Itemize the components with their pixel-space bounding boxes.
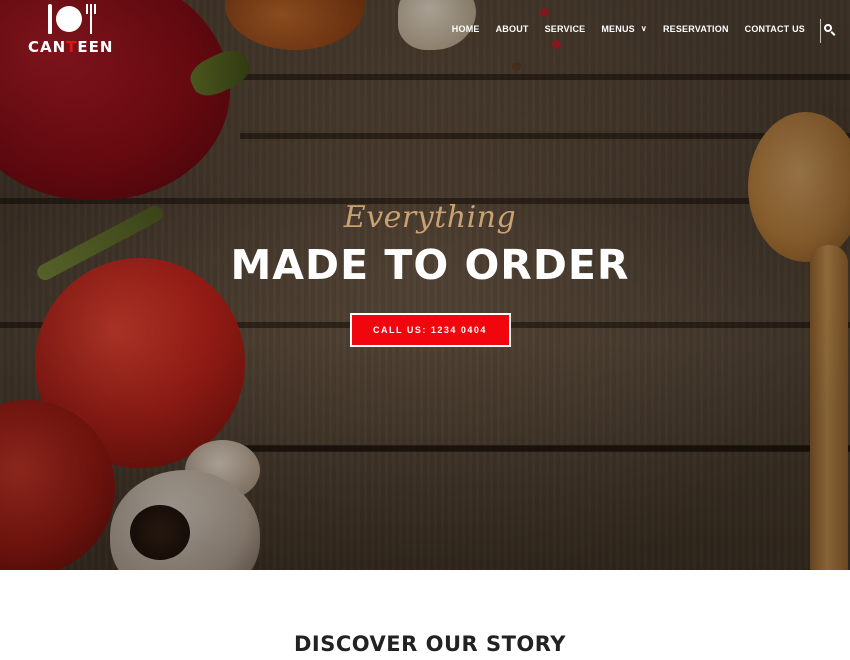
nav-item-about[interactable]: ABOUT [496, 24, 529, 34]
hero-headline: MADE TO ORDER [230, 241, 630, 289]
logo-text: CANTEEN [28, 38, 114, 56]
logo-accent-letter: T [66, 38, 78, 56]
nav-item-menus[interactable]: MENUS ∨ [601, 24, 647, 34]
peppercorn-image [552, 40, 561, 49]
search-icon[interactable] [824, 24, 836, 36]
nav-item-service[interactable]: SERVICE [545, 24, 586, 34]
main-nav: HOME ABOUT SERVICE MENUS ∨ RESERVATION CO… [436, 24, 805, 34]
wood-plank-seam [240, 133, 850, 139]
plate-cutlery-icon [28, 4, 112, 34]
hero-content: Everything MADE TO ORDER CALL US: 1234 0… [0, 200, 850, 347]
mushroom-gill-image [130, 505, 190, 560]
call-us-button[interactable]: CALL US: 1234 0404 [349, 313, 511, 347]
onion-image [225, 0, 365, 50]
hero-section: Everything MADE TO ORDER CALL US: 1234 0… [0, 0, 850, 570]
wood-plank-seam [240, 445, 850, 451]
nav-item-contact-us[interactable]: CONTACT US [745, 24, 805, 34]
nav-divider [820, 19, 821, 43]
peppercorn-image [540, 8, 549, 17]
chevron-down-icon: ∨ [640, 24, 647, 33]
story-section-title: DISCOVER OUR STORY [293, 632, 567, 656]
logo[interactable]: CANTEEN [28, 4, 112, 56]
peppercorn-image [512, 62, 521, 71]
hero-script-text: Everything [343, 200, 517, 235]
nav-item-home[interactable]: HOME [452, 24, 480, 34]
nav-item-reservation[interactable]: RESERVATION [663, 24, 729, 34]
nav-item-menus-label: MENUS [601, 24, 635, 34]
